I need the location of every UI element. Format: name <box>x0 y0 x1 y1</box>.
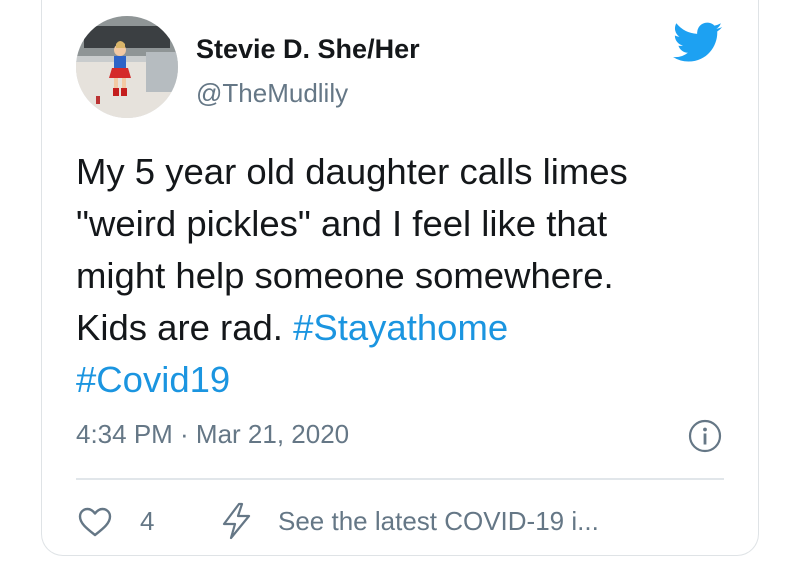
covid-info-link[interactable]: See the latest COVID-19 i... <box>278 506 599 537</box>
hashtag-covid19[interactable]: #Covid19 <box>76 359 230 400</box>
info-icon[interactable] <box>688 419 722 453</box>
heart-icon[interactable] <box>78 507 112 537</box>
user-handle[interactable]: @TheMudlily <box>196 78 348 109</box>
display-name[interactable]: Stevie D. She/Her <box>196 34 420 65</box>
tweet-text-line: "weird pickles" and I feel like that <box>76 203 608 244</box>
tweet-text-line: My 5 year old daughter calls limes <box>76 151 628 192</box>
tweet-text-line: #Covid19 <box>76 354 736 406</box>
hashtag-stayathome[interactable]: #Stayathome <box>293 307 508 348</box>
avatar-photo <box>76 16 178 118</box>
like-count[interactable]: 4 <box>140 506 154 537</box>
tweet-card: Stevie D. She/Her @TheMudlily My 5 year … <box>41 0 759 556</box>
lightning-bolt-icon[interactable] <box>219 502 255 540</box>
tweet-text-fragment: Kids are rad. <box>76 307 294 348</box>
tweet-text-line: might help someone somewhere. <box>76 255 614 296</box>
tweet-text: My 5 year old daughter calls limes "weir… <box>76 146 736 406</box>
divider <box>76 478 724 480</box>
twitter-bird-icon[interactable] <box>673 22 723 64</box>
avatar[interactable] <box>76 16 178 118</box>
tweet-text-line: Kids are rad. #Stayathome <box>76 302 736 354</box>
tweet-timestamp[interactable]: 4:34 PM · Mar 21, 2020 <box>76 419 349 450</box>
tweet-actions: 4 See the latest COVID-19 i... <box>76 500 736 544</box>
